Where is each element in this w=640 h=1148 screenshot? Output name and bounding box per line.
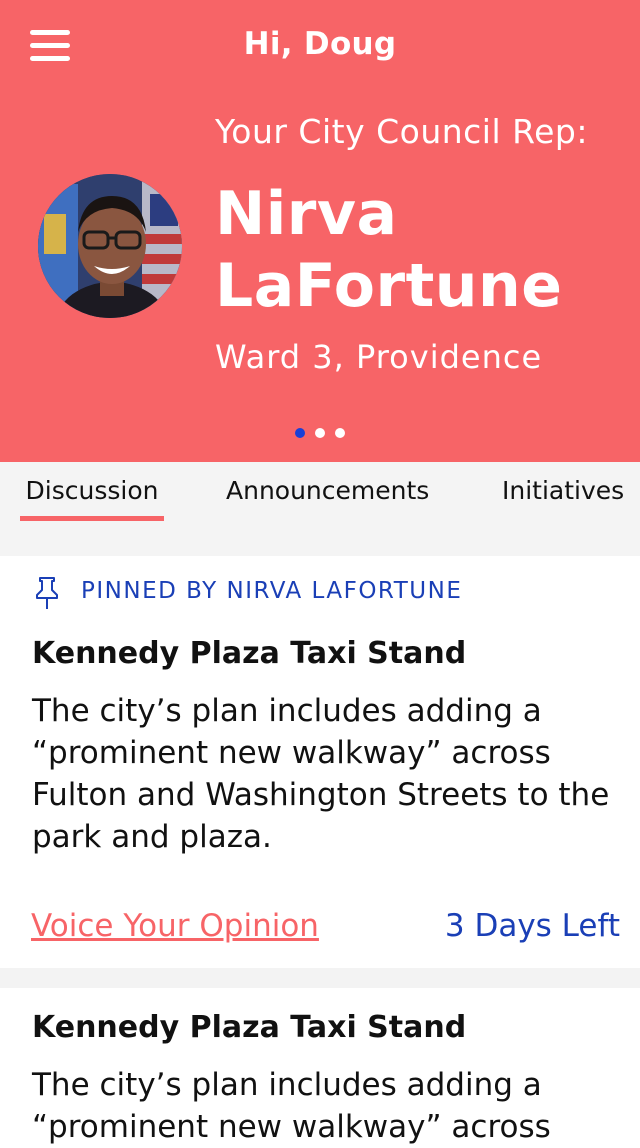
carousel-dot-3[interactable]	[335, 428, 345, 438]
carousel-dots[interactable]	[0, 428, 640, 438]
rep-name: Nirva LaFortune	[215, 178, 562, 322]
tab-initiatives[interactable]: Initiatives	[502, 476, 624, 536]
rep-photo	[38, 174, 182, 318]
rep-name-last: LaFortune	[215, 251, 563, 321]
post-body: The city’s plan includes adding a “promi…	[32, 1067, 551, 1145]
pinned-label: PINNED BY NIRVA LAFORTUNE	[81, 578, 463, 604]
rep-name-first: Nirva	[215, 179, 398, 249]
post-title: Kennedy Plaza Taxi Stand	[32, 1010, 467, 1045]
tab-bar: Discussion Announcements Initiatives	[0, 462, 640, 556]
tab-discussion[interactable]: Discussion	[20, 476, 164, 536]
rep-ward: Ward 3, Providence	[215, 338, 543, 376]
post-title: Kennedy Plaza Taxi Stand	[32, 636, 467, 671]
post-body: The city’s plan includes adding a “promi…	[32, 693, 610, 855]
voice-opinion-link[interactable]: Voice Your Opinion	[31, 908, 319, 944]
discussion-card[interactable]: Kennedy Plaza Taxi Stand The city’s plan…	[0, 988, 640, 1148]
rep-avatar[interactable]	[38, 174, 182, 318]
rep-header: Hi, Doug Your City Council Rep: Nirva La…	[0, 0, 640, 462]
greeting-title: Hi, Doug	[243, 26, 397, 62]
rep-label: Your City Council Rep:	[215, 112, 588, 151]
pushpin-icon	[36, 577, 58, 609]
discussion-card[interactable]: PINNED BY NIRVA LAFORTUNE Kennedy Plaza …	[0, 556, 640, 968]
days-left-label: 3 Days Left	[444, 908, 620, 944]
carousel-dot-2[interactable]	[315, 428, 325, 438]
carousel-dot-1[interactable]	[295, 428, 305, 438]
tab-announcements[interactable]: Announcements	[226, 476, 429, 536]
